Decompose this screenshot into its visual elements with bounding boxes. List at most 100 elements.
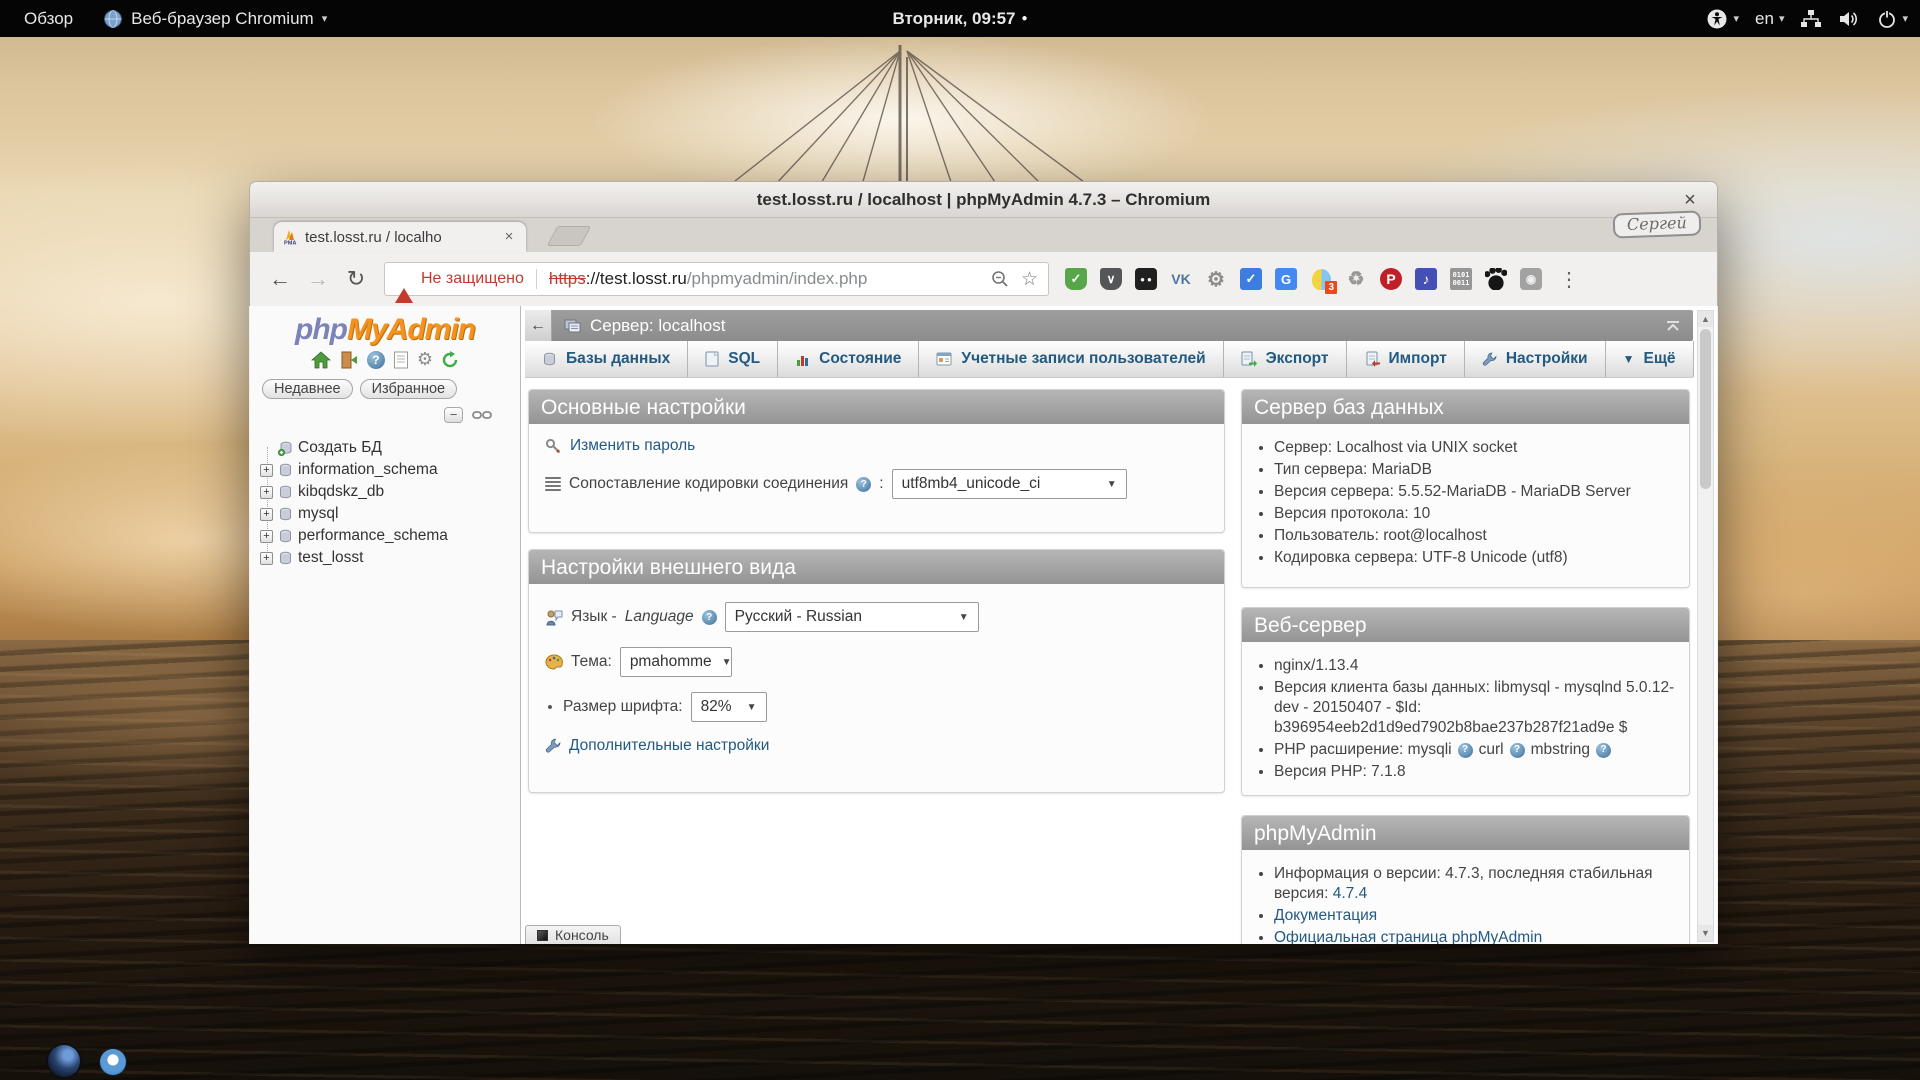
documentation-link[interactable]: Документация bbox=[1274, 907, 1377, 924]
app-menu-button[interactable]: Веб-браузер Chromium ▾ bbox=[103, 9, 327, 29]
camera-extension-icon[interactable]: ◉ bbox=[1518, 266, 1544, 292]
activities-button[interactable]: Обзор bbox=[24, 9, 73, 29]
check-extension-icon[interactable]: ✓ bbox=[1238, 266, 1264, 292]
docs-icon[interactable] bbox=[393, 351, 409, 369]
new-database-icon bbox=[278, 441, 293, 456]
collapse-all-button[interactable]: − bbox=[444, 407, 463, 423]
tab-settings[interactable]: Настройки bbox=[1465, 341, 1606, 377]
pma-logo[interactable]: phpMyAdmin bbox=[250, 314, 520, 346]
back-button[interactable]: ← bbox=[262, 261, 298, 297]
desktop-icon-1[interactable] bbox=[48, 1045, 80, 1077]
window-close-button[interactable]: × bbox=[1677, 187, 1703, 213]
tree-item-database[interactable]: + mysql bbox=[260, 503, 520, 525]
tab-more[interactable]: ▼ Ещё bbox=[1606, 341, 1694, 377]
tree-item-new-database[interactable]: Создать БД bbox=[260, 437, 520, 459]
help-icon[interactable]: ? bbox=[1596, 743, 1611, 758]
new-tab-button[interactable] bbox=[547, 226, 592, 246]
favorites-dropdown[interactable]: Избранное bbox=[360, 379, 457, 399]
official-page-link[interactable]: Официальная страница phpMyAdmin bbox=[1274, 929, 1542, 944]
collation-select[interactable]: utf8mb4_unicode_ci ▼ bbox=[892, 469, 1127, 499]
bookmark-star-icon[interactable]: ☆ bbox=[1021, 268, 1038, 291]
expand-icon[interactable]: + bbox=[260, 508, 273, 521]
green-shield-extension-icon[interactable]: ✓ bbox=[1063, 266, 1089, 292]
gnome-foot-extension-icon[interactable] bbox=[1483, 266, 1509, 292]
browser-menu-button[interactable]: ⋮ bbox=[1556, 267, 1582, 292]
translate-extension-icon[interactable]: G bbox=[1273, 266, 1299, 292]
language-icon bbox=[545, 609, 563, 626]
tab-status[interactable]: Состояние bbox=[778, 341, 919, 377]
pocket-extension-icon[interactable]: ∨ bbox=[1098, 266, 1124, 292]
help-icon[interactable]: ? bbox=[702, 610, 717, 625]
reload-button[interactable]: ↻ bbox=[338, 261, 374, 297]
volume-icon[interactable] bbox=[1838, 9, 1861, 29]
scrollbar-thumb[interactable] bbox=[1700, 329, 1711, 489]
import-icon bbox=[1364, 351, 1380, 367]
music-extension-icon[interactable]: ♪ bbox=[1413, 266, 1439, 292]
gear-extension-icon[interactable]: ⚙ bbox=[1203, 266, 1229, 292]
database-tree: Создать БД + information_schema + kibqds… bbox=[260, 437, 520, 569]
home-icon[interactable] bbox=[311, 351, 331, 369]
profile-name-badge[interactable]: Сергей bbox=[1613, 210, 1702, 238]
settings-icon[interactable]: ⚙ bbox=[417, 349, 433, 370]
help-icon[interactable]: ? bbox=[367, 351, 385, 369]
vk-extension-icon[interactable]: VK bbox=[1168, 266, 1194, 292]
help-icon[interactable]: ? bbox=[856, 477, 871, 492]
help-icon[interactable]: ? bbox=[1458, 743, 1473, 758]
tree-item-database[interactable]: + test_losst bbox=[260, 547, 520, 569]
nav-back-button[interactable]: ← bbox=[525, 310, 552, 341]
security-warning-icon[interactable]: ! bbox=[395, 271, 413, 287]
expand-icon[interactable]: + bbox=[260, 486, 273, 499]
collapse-bar-icon[interactable] bbox=[1665, 320, 1681, 332]
pma-sidebar: phpMyAdmin ? ⚙ bbox=[250, 306, 521, 944]
security-warning-label[interactable]: Не защищено bbox=[421, 270, 524, 288]
theme-select[interactable]: pmahomme ▼ bbox=[620, 647, 732, 677]
expand-icon[interactable]: + bbox=[260, 552, 273, 565]
tab-import[interactable]: Импорт bbox=[1347, 341, 1465, 377]
network-icon[interactable] bbox=[1800, 9, 1822, 29]
expand-icon[interactable]: + bbox=[260, 464, 273, 477]
pinterest-extension-icon[interactable]: P bbox=[1378, 266, 1404, 292]
select-arrow-icon: ▼ bbox=[1107, 479, 1117, 490]
help-icon[interactable]: ? bbox=[1510, 743, 1525, 758]
tab-sql[interactable]: SQL bbox=[688, 341, 778, 377]
change-password-link[interactable]: Изменить пароль bbox=[570, 437, 695, 455]
recycle-extension-icon[interactable]: ♻ bbox=[1343, 266, 1369, 292]
vertical-scrollbar[interactable]: ▲ ▼ bbox=[1697, 310, 1714, 942]
accessibility-menu[interactable]: ▾ bbox=[1706, 8, 1739, 30]
window-titlebar[interactable]: test.losst.ru / localhost | phpMyAdmin 4… bbox=[249, 181, 1718, 218]
clock-button[interactable]: Вторник, 09:57 ● bbox=[892, 0, 1027, 37]
address-bar[interactable]: ! Не защищено https ://test.losst.ru /ph… bbox=[384, 262, 1049, 296]
scroll-down-button[interactable]: ▼ bbox=[1698, 925, 1713, 941]
tab-export[interactable]: Экспорт bbox=[1224, 341, 1347, 377]
bullet: • bbox=[545, 699, 555, 716]
scroll-up-button[interactable]: ▲ bbox=[1698, 311, 1713, 327]
browser-tab[interactable]: PMA test.losst.ru / localho × bbox=[274, 222, 526, 252]
sidebar-nav-tabs: Недавнее Избранное bbox=[262, 379, 520, 399]
refresh-icon[interactable] bbox=[441, 351, 459, 369]
power-menu[interactable]: ▾ bbox=[1877, 9, 1908, 29]
tree-item-database[interactable]: + information_schema bbox=[260, 459, 520, 481]
binary-extension-icon[interactable]: 0101 0011 bbox=[1448, 266, 1474, 292]
console-tab[interactable]: Консоль bbox=[525, 925, 621, 944]
tree-item-database[interactable]: + kibqdskz_db bbox=[260, 481, 520, 503]
lightbulbs-extension-icon[interactable]: 3 bbox=[1308, 266, 1334, 292]
new-version-link[interactable]: 4.7.4 bbox=[1333, 885, 1367, 902]
tree-item-database[interactable]: + performance_schema bbox=[260, 525, 520, 547]
more-settings-link[interactable]: Дополнительные настройки bbox=[569, 737, 769, 755]
keyboard-layout-menu[interactable]: en ▾ bbox=[1755, 9, 1784, 29]
power-icon bbox=[1877, 9, 1897, 29]
unlink-icon[interactable] bbox=[472, 409, 492, 421]
tab-close-button[interactable]: × bbox=[500, 228, 518, 246]
expand-icon[interactable]: + bbox=[260, 530, 273, 543]
tampermonkey-extension-icon[interactable]: ●● bbox=[1133, 266, 1159, 292]
tab-user-accounts[interactable]: Учетные записи пользователей bbox=[919, 341, 1223, 377]
zoom-icon[interactable] bbox=[991, 270, 1009, 288]
language-select[interactable]: Русский - Russian ▼ bbox=[725, 602, 979, 632]
recent-dropdown[interactable]: Недавнее bbox=[262, 379, 353, 399]
version-info-item: Информация о версии: 4.7.3, последняя ст… bbox=[1274, 864, 1689, 904]
forward-button[interactable]: → bbox=[300, 261, 336, 297]
logout-icon[interactable] bbox=[339, 351, 359, 369]
tab-databases[interactable]: Базы данных bbox=[525, 341, 688, 377]
font-size-select[interactable]: 82% ▼ bbox=[691, 692, 767, 722]
desktop-icon-2[interactable] bbox=[100, 1049, 126, 1075]
